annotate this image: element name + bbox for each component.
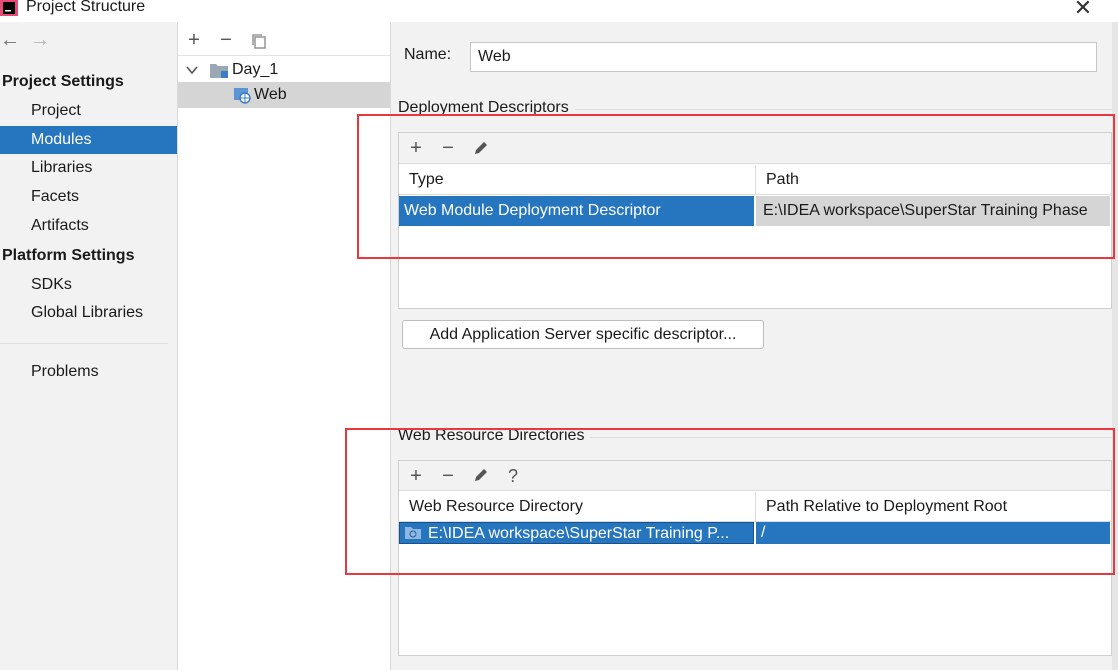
- sidebar-divider: [0, 343, 168, 344]
- sidebar-item-libraries[interactable]: Libraries: [0, 154, 177, 182]
- pencil-icon[interactable]: [472, 466, 490, 484]
- help-icon[interactable]: ?: [503, 465, 523, 487]
- sidebar-item-modules[interactable]: Modules: [0, 126, 177, 154]
- descriptor-type-cell[interactable]: Web Module Deployment Descriptor: [399, 196, 754, 226]
- title-bar: [0, 0, 1118, 22]
- web-resource-directories-title: Web Resource Directories: [398, 427, 591, 445]
- close-button[interactable]: ✕: [1070, 0, 1096, 20]
- column-header-type[interactable]: Type: [399, 165, 756, 195]
- tree-toolbar: + −: [178, 26, 390, 56]
- web-facet-icon: [234, 88, 251, 104]
- chevron-down-icon[interactable]: [186, 65, 198, 75]
- remove-resource-icon[interactable]: −: [438, 465, 458, 487]
- web-resource-toolbar: + − ?: [399, 461, 1111, 491]
- column-header-relative-path[interactable]: Path Relative to Deployment Root: [756, 492, 1111, 522]
- deployment-toolbar: + −: [399, 133, 1111, 164]
- pencil-icon[interactable]: [472, 139, 490, 157]
- module-name-input[interactable]: [470, 42, 1097, 72]
- tree-item-day1[interactable]: Day_1: [178, 57, 390, 83]
- vertical-scrollbar[interactable]: [1112, 22, 1118, 670]
- window-title: Project Structure: [26, 0, 146, 15]
- back-arrow-icon[interactable]: ←: [0, 30, 20, 50]
- column-header-path[interactable]: Path: [756, 165, 1111, 195]
- remove-descriptor-icon[interactable]: −: [438, 137, 458, 159]
- tree-item-label: Day_1: [232, 61, 279, 78]
- sidebar-item-facets[interactable]: Facets: [0, 183, 177, 211]
- column-header-web-resource-directory[interactable]: Web Resource Directory: [399, 492, 756, 522]
- intellij-app-icon: [0, 0, 18, 16]
- name-label: Name:: [404, 46, 452, 63]
- relative-path-cell[interactable]: /: [756, 522, 1110, 544]
- folder-module-icon: [210, 64, 228, 78]
- platform-settings-header: Platform Settings: [2, 247, 135, 264]
- copy-icon[interactable]: [250, 32, 268, 50]
- descriptor-path-cell[interactable]: E:\IDEA workspace\SuperStar Training Pha…: [756, 196, 1110, 226]
- remove-module-icon[interactable]: −: [216, 29, 236, 51]
- sidebar-item-artifacts[interactable]: Artifacts: [0, 212, 177, 240]
- sidebar-item-problems[interactable]: Problems: [0, 358, 177, 386]
- add-server-descriptor-button[interactable]: Add Application Server specific descript…: [402, 320, 764, 349]
- resource-directory-cell[interactable]: E:\IDEA workspace\SuperStar Training P..…: [399, 522, 754, 544]
- add-descriptor-icon[interactable]: +: [406, 137, 426, 159]
- sidebar-item-project[interactable]: Project: [0, 97, 177, 125]
- add-module-icon[interactable]: +: [184, 29, 204, 51]
- add-resource-icon[interactable]: +: [406, 465, 426, 487]
- deployment-descriptors-title: Deployment Descriptors: [398, 99, 575, 117]
- forward-arrow-icon[interactable]: →: [30, 30, 50, 50]
- tree-item-web[interactable]: Web: [178, 82, 390, 108]
- tree-item-label: Web: [254, 86, 287, 103]
- resource-directory-path: E:\IDEA workspace\SuperStar Training P..…: [428, 525, 730, 542]
- module-tree-panel: [178, 22, 391, 670]
- project-settings-header: Project Settings: [2, 73, 124, 90]
- sidebar-item-sdks[interactable]: SDKs: [0, 271, 177, 299]
- sidebar-item-global-libraries[interactable]: Global Libraries: [0, 299, 177, 327]
- web-folder-icon: [405, 527, 421, 539]
